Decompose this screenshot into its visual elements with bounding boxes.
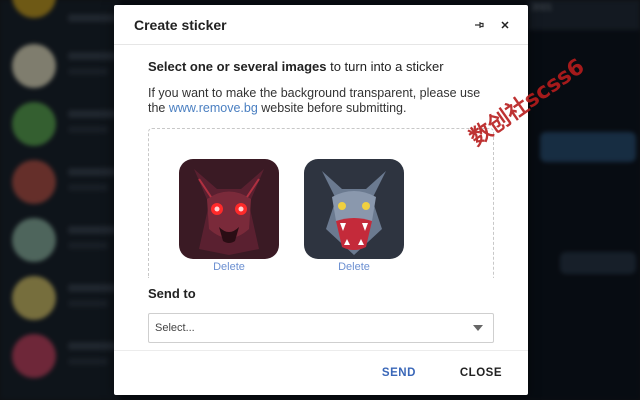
dialog-content: Select one or several images to turn int…	[114, 59, 528, 343]
remove-bg-link[interactable]: www.remove.bg	[169, 101, 258, 115]
select-placeholder: Select...	[155, 322, 195, 334]
snarling-wolf-image	[304, 159, 404, 259]
create-sticker-dialog: Create sticker Select one or several ima…	[114, 5, 528, 395]
image-thumbnail: Delete	[179, 159, 279, 273]
dialog-title: Create sticker	[134, 16, 227, 33]
send-to-label: Send to	[148, 286, 196, 301]
dialog-footer: SEND CLOSE	[114, 350, 528, 395]
delete-image-button[interactable]: Delete	[304, 261, 404, 273]
close-icon[interactable]	[494, 14, 516, 36]
instruction-bold: Select one or several images	[148, 59, 327, 74]
pin-icon[interactable]	[468, 14, 490, 36]
instruction-rest: to turn into a sticker	[326, 59, 444, 74]
image-dropzone[interactable]: Delete Delete	[148, 128, 494, 278]
image-thumbnail: Delete	[304, 159, 404, 273]
chevron-down-icon	[473, 325, 483, 331]
send-to-select[interactable]: Select...	[148, 313, 494, 343]
delete-image-button[interactable]: Delete	[179, 261, 279, 273]
red-eyed-dog-image	[179, 159, 279, 259]
info-text-end: website before submitting.	[257, 101, 407, 115]
instruction-text: Select one or several images to turn int…	[148, 59, 494, 74]
send-button[interactable]: SEND	[382, 367, 416, 379]
close-button[interactable]: CLOSE	[460, 367, 502, 379]
dialog-titlebar: Create sticker	[114, 5, 528, 45]
background-info-text: If you want to make the background trans…	[148, 86, 494, 116]
